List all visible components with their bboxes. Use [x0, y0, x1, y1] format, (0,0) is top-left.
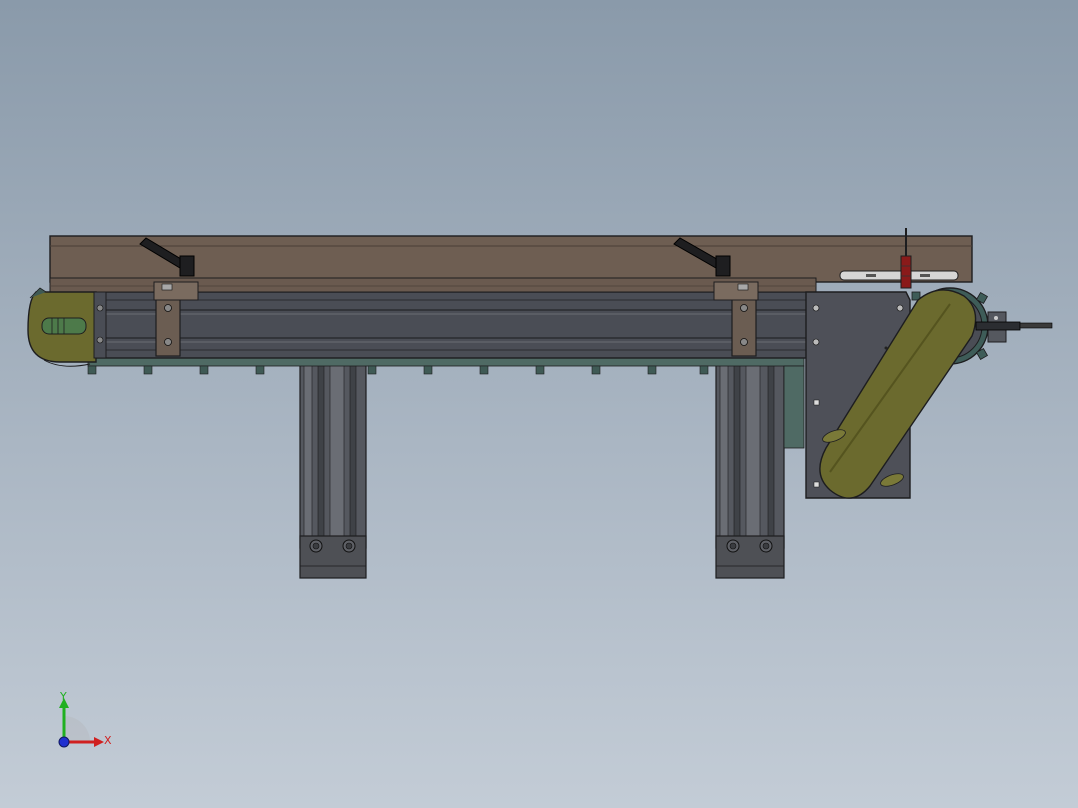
conveyor-model[interactable]: Y X [0, 0, 1078, 808]
left-leg[interactable] [299, 357, 367, 579]
y-axis-label: Y [59, 690, 67, 703]
right-leg[interactable] [715, 357, 785, 579]
x-axis-label: X [104, 734, 112, 747]
idler-end-left[interactable] [27, 287, 107, 367]
return-rail [87, 357, 805, 449]
main-frame[interactable] [95, 291, 819, 359]
orientation-triad[interactable]: Y X [58, 690, 112, 748]
slotted-rail [839, 270, 959, 281]
graphics-viewport[interactable]: Y X [0, 0, 1078, 808]
